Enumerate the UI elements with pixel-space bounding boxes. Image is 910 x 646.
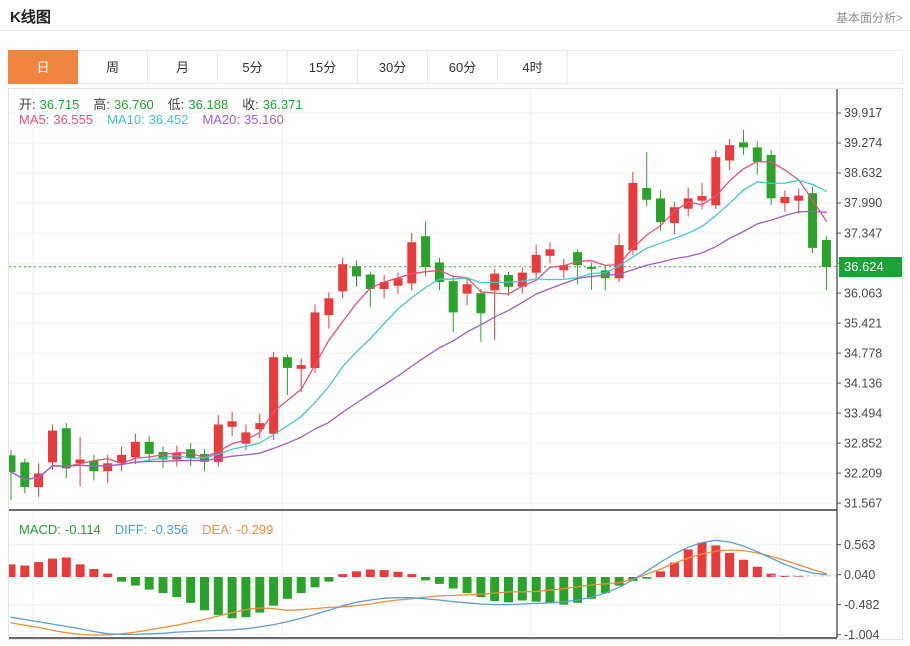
open-label: 开: [19, 97, 36, 112]
dea-value: -0.299 [237, 522, 274, 537]
svg-text:32.852: 32.852 [844, 436, 882, 450]
ma10-value: 36.452 [149, 112, 189, 127]
svg-text:0.040: 0.040 [844, 568, 875, 582]
diff-value: -0.356 [151, 522, 188, 537]
ma20-label: MA20: [202, 112, 240, 127]
low-value: 36.188 [188, 97, 228, 112]
interval-tab-2[interactable]: 月 [148, 50, 218, 84]
macd-value: -0.114 [65, 522, 101, 537]
svg-text:0.563: 0.563 [844, 538, 875, 552]
open-value: 36.715 [40, 97, 80, 112]
tabbar-filler [568, 50, 903, 84]
interval-tabbar: 日周月5分15分30分60分4时 [8, 50, 903, 84]
close-label: 收: [242, 97, 259, 112]
macd-label: MACD: [19, 522, 61, 537]
ohlc-row: 开: 36.715 高: 36.760 低:36.188 收: 36.371 [19, 94, 307, 113]
ma-row: MA5: 36.555 MA10: 36.452 MA20: 35.160 [19, 112, 288, 127]
interval-tab-0[interactable]: 日 [8, 50, 78, 84]
chart-container: 39.917 39.274 38.632 37.990 37.347 36.063 35.4… [8, 88, 903, 640]
current-price-label: 36.624 [839, 257, 902, 277]
svg-text:39.274: 39.274 [844, 136, 882, 150]
macd-row: MACD: -0.114 DIFF:-0.356 DEA: -0.299 [19, 522, 277, 537]
titlebar: K线图 基本面分析> [0, 0, 910, 31]
interval-tab-4[interactable]: 15分 [288, 50, 358, 84]
svg-text:32.209: 32.209 [844, 466, 882, 480]
kline-app: K线图 基本面分析> 日周月5分15分30分60分4时 39.917 39.274… [0, 0, 910, 646]
kline-macd-chart: 39.917 39.274 38.632 37.990 37.347 36.063 35.4… [9, 89, 902, 639]
svg-text:35.421: 35.421 [844, 316, 882, 330]
svg-text:39.917: 39.917 [844, 106, 882, 120]
high-value: 36.760 [114, 97, 154, 112]
dea-label: DEA: [202, 522, 232, 537]
svg-text:37.347: 37.347 [844, 226, 882, 240]
svg-text:33.494: 33.494 [844, 406, 882, 420]
svg-text:34.778: 34.778 [844, 346, 882, 360]
low-label: 低: [168, 97, 185, 112]
svg-text:38.632: 38.632 [844, 166, 882, 180]
interval-tab-5[interactable]: 30分 [358, 50, 428, 84]
interval-tab-7[interactable]: 4时 [498, 50, 568, 84]
interval-tab-1[interactable]: 周 [78, 50, 148, 84]
svg-text:37.990: 37.990 [844, 196, 882, 210]
interval-tab-6[interactable]: 60分 [428, 50, 498, 84]
svg-text:31.567: 31.567 [844, 496, 882, 510]
ma20-value: 35.160 [244, 112, 284, 127]
svg-text:36.063: 36.063 [844, 286, 882, 300]
interval-tab-3[interactable]: 5分 [218, 50, 288, 84]
fundamental-analysis-link[interactable]: 基本面分析> [836, 9, 903, 26]
close-value: 36.371 [263, 97, 303, 112]
ma5-label: MA5: [19, 112, 49, 127]
ma5-value: 36.555 [53, 112, 93, 127]
ma10-label: MA10: [107, 112, 145, 127]
page-title: K线图 [10, 6, 51, 27]
svg-text:-1.004: -1.004 [844, 628, 879, 639]
diff-label: DIFF: [115, 522, 148, 537]
high-label: 高: [93, 97, 110, 112]
svg-text:-0.482: -0.482 [844, 598, 879, 612]
svg-text:34.136: 34.136 [844, 376, 882, 390]
